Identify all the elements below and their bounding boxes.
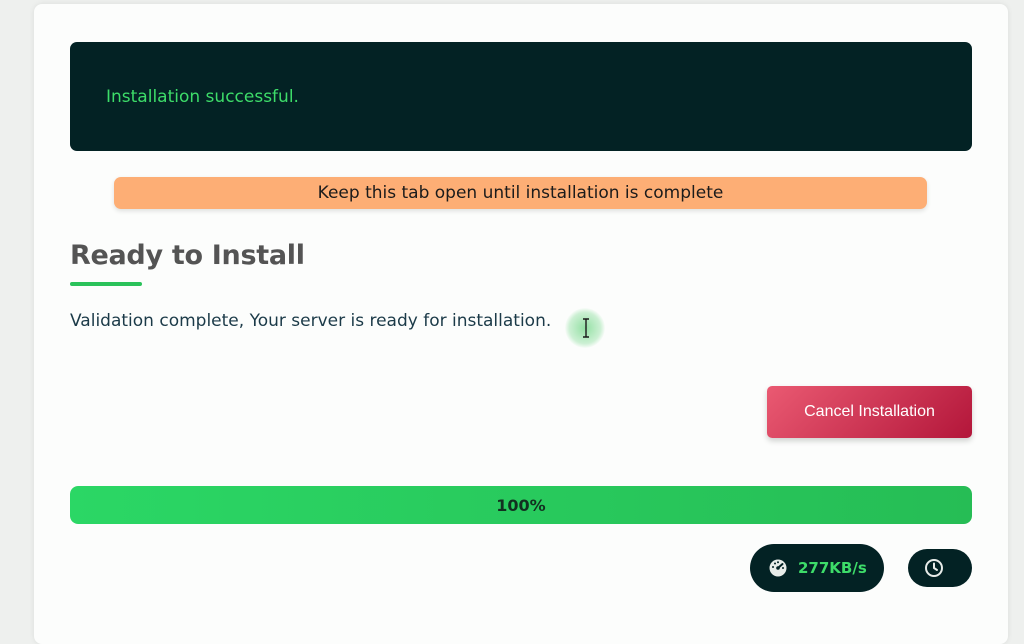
title-underline [70, 282, 142, 286]
progress-percent: 100% [496, 495, 546, 515]
clock-icon [924, 558, 944, 578]
keep-tab-open-banner: Keep this tab open until installation is… [114, 177, 927, 209]
elapsed-time-badge [908, 549, 972, 587]
validation-status-text: Validation complete, Your server is read… [70, 311, 552, 331]
speedometer-icon [768, 558, 788, 578]
cancel-installation-button[interactable]: Cancel Installation [767, 386, 972, 438]
download-speed-value: 277KB/s [798, 559, 867, 577]
install-log-console: Installation successful. [70, 42, 972, 151]
text-cursor-icon [583, 318, 589, 338]
section-title: Ready to Install [70, 240, 305, 271]
install-log-message: Installation successful. [106, 87, 299, 107]
download-speed-badge: 277KB/s [750, 544, 884, 592]
install-progress-bar: 100% [70, 486, 972, 524]
